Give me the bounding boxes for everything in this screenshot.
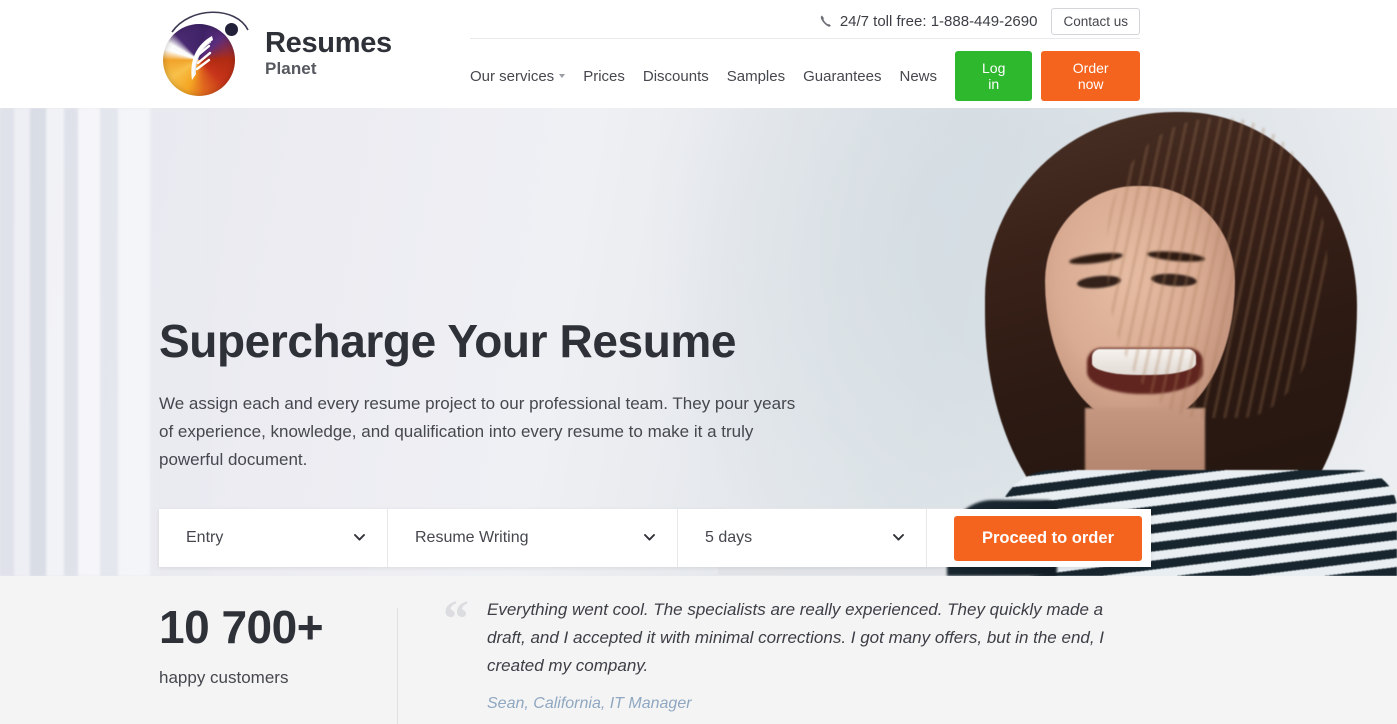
testimonial-strip: 10 700+ happy customers “ Everything wen… (0, 576, 1397, 724)
logo-wordmark: Resumes Planet (265, 27, 392, 78)
nav-item-prices[interactable]: Prices (583, 68, 643, 85)
nav-links: Our services Prices Discounts Samples Gu… (470, 68, 955, 85)
chevron-down-icon (644, 534, 655, 541)
phone-handset-icon (820, 15, 831, 27)
site-header: Resumes Planet 24/7 toll free: 1-888-449… (0, 0, 1397, 108)
logo-word-planet: Planet (265, 59, 317, 78)
orbit-dot-icon (225, 23, 238, 36)
nav-buttons: Log in Order now (955, 51, 1140, 101)
log-in-button[interactable]: Log in (955, 51, 1033, 101)
testimonial-author: Sean, California, IT Manager (487, 694, 692, 712)
nav-label-our-services: Our services (470, 67, 555, 85)
service-select[interactable]: Resume Writing (388, 509, 678, 567)
hero-section: Supercharge Your Resume We assign each a… (0, 108, 1397, 576)
deadline-select-value: 5 days (705, 529, 753, 546)
nav-item-samples[interactable]: Samples (727, 68, 803, 85)
happy-customers-stat: 10 700+ happy customers (159, 604, 389, 688)
stat-label: happy customers (159, 668, 289, 687)
level-select-value: Entry (186, 529, 224, 546)
contact-us-button[interactable]: Contact us (1051, 7, 1140, 35)
stat-number: 10 700+ (159, 601, 324, 653)
service-select-value: Resume Writing (415, 529, 529, 546)
nav-item-discounts[interactable]: Discounts (643, 68, 727, 85)
deadline-select[interactable]: 5 days (678, 509, 927, 567)
hero-title: Supercharge Your Resume (159, 315, 737, 367)
header-divider (470, 38, 1140, 39)
vertical-divider (397, 608, 398, 724)
header-top-row: 24/7 toll free: 1-888-449-2690 Contact u… (470, 4, 1140, 38)
nav-item-news[interactable]: News (899, 68, 955, 85)
phone-info[interactable]: 24/7 toll free: 1-888-449-2690 (819, 12, 1038, 30)
level-select[interactable]: Entry (159, 509, 388, 567)
logo-word-resumes: Resumes (265, 27, 392, 59)
phone-number-text: 24/7 toll free: 1-888-449-2690 (839, 12, 1038, 30)
caret-down-icon (559, 74, 566, 78)
chevron-down-icon (354, 534, 365, 541)
hero-content: Supercharge Your Resume We assign each a… (159, 108, 1159, 474)
main-navigation: Our services Prices Discounts Samples Gu… (470, 51, 1140, 101)
nav-item-our-services[interactable]: Our services (470, 68, 583, 85)
testimonial: “ Everything went cool. The specialists … (443, 594, 1139, 713)
planet-feather-logo-icon (160, 8, 256, 98)
hero-subtitle: We assign each and every resume project … (159, 393, 796, 470)
order-form-bar: Entry Resume Writing 5 days Proceed to o… (159, 509, 1151, 567)
testimonial-text: Everything went cool. The specialists ar… (487, 600, 1105, 675)
chevron-down-icon (893, 534, 904, 541)
logo[interactable]: Resumes Planet (160, 8, 392, 98)
nav-item-guarantees[interactable]: Guarantees (803, 68, 899, 85)
order-now-button[interactable]: Order now (1041, 51, 1140, 101)
quote-mark-icon: “ (443, 591, 469, 648)
feather-quill-icon (191, 36, 213, 80)
proceed-to-order-button[interactable]: Proceed to order (953, 515, 1142, 561)
